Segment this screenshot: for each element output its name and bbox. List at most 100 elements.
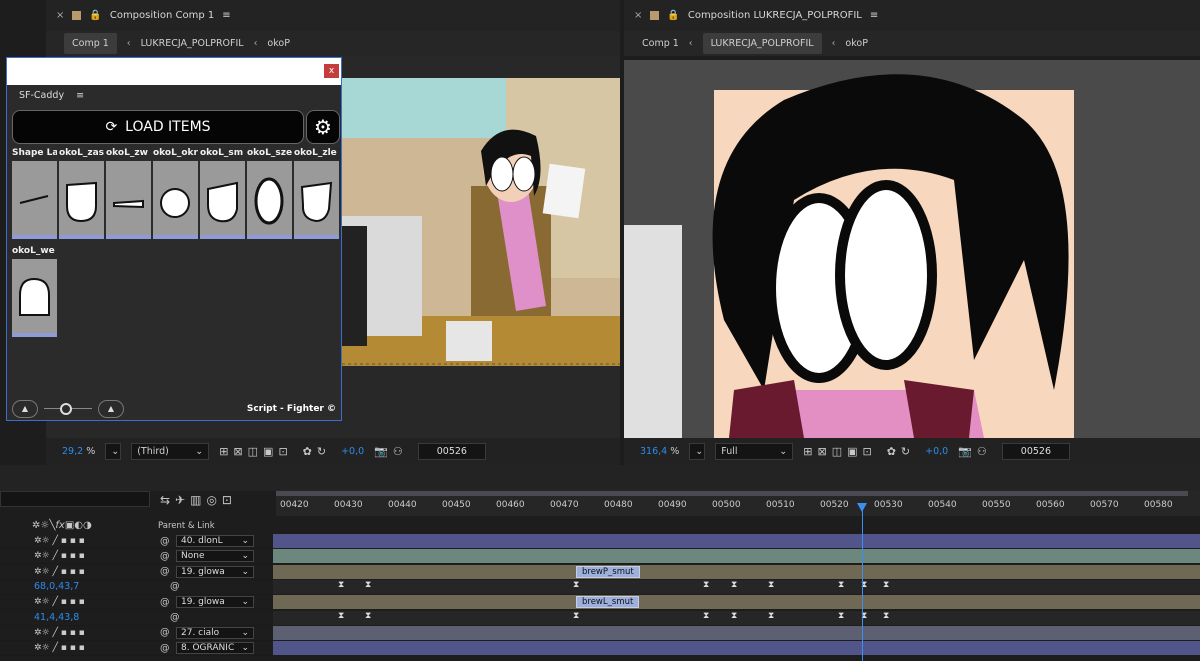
size-up-button[interactable]: ▲ xyxy=(98,400,124,418)
layer-duration-bar[interactable] xyxy=(273,595,1200,610)
layer-row[interactable]: ✲☼ ╱ ▪ ▪ ▪ @40. dlonL ⌄ xyxy=(0,534,272,549)
exposure-value[interactable]: +0,0 xyxy=(925,446,948,457)
zoom-value[interactable]: 29,2 % xyxy=(62,446,95,457)
crumb-comp1[interactable]: Comp 1 xyxy=(642,38,679,49)
layer-duration-bar[interactable] xyxy=(273,625,1200,640)
timecode-field[interactable]: 00526 xyxy=(417,443,486,460)
caddy-item[interactable]: okoL_zas xyxy=(59,148,104,239)
keyframe[interactable]: ⧗ xyxy=(838,580,844,590)
caddy-item[interactable]: okoL_we xyxy=(12,246,57,337)
layer-row[interactable]: ✲☼ ╱ ▪ ▪ ▪ @ None ⌄ xyxy=(0,549,272,565)
layer-switches[interactable]: ✲☼ ╱ ▪ ▪ ▪ xyxy=(34,597,85,607)
thumbnail-size-slider[interactable] xyxy=(44,402,92,416)
link-icon[interactable]: @ xyxy=(170,581,180,592)
resolution-dropdown[interactable]: (Third) ⌄ xyxy=(131,443,210,460)
keyframe[interactable]: ⧗ xyxy=(703,611,709,621)
keyframe[interactable]: ⧗ xyxy=(365,611,371,621)
load-items-button[interactable]: ⟳ LOAD ITEMS xyxy=(12,110,304,144)
pickwhip-icon[interactable]: @ xyxy=(160,597,170,608)
keyframe-track[interactable]: ⧗ ⧗ ⧗ ⧗ ⧗ ⧗ ⧗ ⧗ ⧗ xyxy=(273,579,1200,594)
search-field[interactable] xyxy=(0,491,150,507)
panel-menu-icon[interactable]: ≡ xyxy=(76,90,84,101)
layer-marker[interactable]: brewL_smut xyxy=(576,596,640,609)
caddy-item[interactable]: okoL_sm xyxy=(200,148,245,239)
parent-dropdown[interactable]: 40. dlonL ⌄ xyxy=(176,535,254,547)
keyframe[interactable]: ⧗ xyxy=(768,580,774,590)
keyframe[interactable]: ⧗ xyxy=(768,611,774,621)
keyframe[interactable]: ⧗ xyxy=(883,611,889,621)
keyframe[interactable]: ⧗ xyxy=(573,611,579,621)
crumb-comp1[interactable]: Comp 1 xyxy=(64,33,117,54)
lock-icon[interactable]: 🔒 xyxy=(667,10,679,21)
keyframe[interactable]: ⧗ xyxy=(338,580,344,590)
zoom-dropdown[interactable]: ⌄ xyxy=(689,443,706,460)
close-tab-icon[interactable]: × xyxy=(56,10,64,21)
pickwhip-icon[interactable]: @ xyxy=(160,536,170,547)
panel-menu-icon[interactable]: ≡ xyxy=(222,10,230,21)
timeline-tool-icons[interactable]: ⇆✈▥◎⊡ xyxy=(160,493,237,507)
view-options-icons[interactable]: ⊞⊠◫▣⊡ xyxy=(219,445,292,458)
playhead-handle[interactable] xyxy=(857,503,867,512)
property-value[interactable]: 68,0,43,7 xyxy=(0,581,79,592)
caddy-window-titlebar[interactable]: x xyxy=(7,58,341,85)
caddy-item[interactable]: okoL_zle xyxy=(294,148,339,239)
color-channel-icons[interactable]: ✿↻ xyxy=(887,445,915,458)
panel-menu-icon[interactable]: ≡ xyxy=(870,10,878,21)
color-channel-icons[interactable]: ✿↻ xyxy=(303,445,331,458)
timecode-field[interactable]: 00526 xyxy=(1001,443,1071,460)
layer-row[interactable]: ✲☼ ╱ ▪ ▪ ▪ @27. cialo ⌄ xyxy=(0,626,272,641)
layer-row[interactable]: 68,0,43,7 @ xyxy=(0,580,272,595)
parent-dropdown[interactable]: None ⌄ xyxy=(176,550,254,563)
keyframe[interactable]: ⧗ xyxy=(703,580,709,590)
parent-dropdown[interactable]: 19. glowa ⌄ xyxy=(176,565,254,578)
work-area-bar[interactable] xyxy=(276,491,1188,496)
layer-row[interactable]: 41,4,43,8 @ xyxy=(0,611,272,626)
zoom-value[interactable]: 316,4 % xyxy=(640,446,679,457)
layer-switches[interactable]: ✲☼ ╱ ▪ ▪ ▪ xyxy=(34,551,85,561)
exposure-value[interactable]: +0,0 xyxy=(341,446,364,457)
keyframe-track[interactable]: ⧗ ⧗ ⧗ ⧗ ⧗ ⧗ ⧗ ⧗ ⧗ xyxy=(273,610,1200,625)
layer-duration-bar[interactable] xyxy=(273,564,1200,579)
keyframe[interactable]: ⧗ xyxy=(573,580,579,590)
zoom-dropdown[interactable]: ⌄ xyxy=(105,443,122,460)
view-options-icons[interactable]: ⊞⊠◫▣⊡ xyxy=(803,445,876,458)
keyframe[interactable]: ⧗ xyxy=(838,611,844,621)
layer-row[interactable]: ✲☼ ╱ ▪ ▪ ▪ @19. glowa ⌄ xyxy=(0,595,272,611)
layer-duration-bar[interactable] xyxy=(273,534,1200,548)
layer-marker[interactable]: brewP_smut xyxy=(576,565,640,578)
keyframe[interactable]: ⧗ xyxy=(731,580,737,590)
layer-row[interactable]: ✲☼ ╱ ▪ ▪ ▪ @8. OGRANIC ⌄ xyxy=(0,641,272,657)
crumb-lukrecja[interactable]: LUKRECJA_POLPROFIL xyxy=(702,33,822,54)
pickwhip-icon[interactable]: @ xyxy=(160,643,170,654)
caddy-item[interactable]: okoL_okr xyxy=(153,148,198,239)
size-down-button[interactable]: ▲ xyxy=(12,400,38,418)
keyframe[interactable]: ⧗ xyxy=(731,611,737,621)
close-tab-icon[interactable]: × xyxy=(634,10,642,21)
pickwhip-icon[interactable]: @ xyxy=(160,566,170,577)
keyframe[interactable]: ⧗ xyxy=(365,580,371,590)
property-value[interactable]: 41,4,43,8 xyxy=(0,612,79,623)
pickwhip-icon[interactable]: @ xyxy=(160,627,170,638)
pickwhip-icon[interactable]: @ xyxy=(160,551,170,562)
current-time-indicator[interactable] xyxy=(862,503,863,661)
link-icon[interactable]: @ xyxy=(170,612,180,623)
parent-dropdown[interactable]: 8. OGRANIC ⌄ xyxy=(176,642,254,655)
layer-switches[interactable]: ✲☼ ╱ ▪ ▪ ▪ xyxy=(34,628,85,638)
layer-row[interactable]: ✲☼ ╱ ▪ ▪ ▪ @19. glowa ⌄ xyxy=(0,565,272,580)
resolution-dropdown[interactable]: Full ⌄ xyxy=(715,443,794,460)
right-viewer[interactable] xyxy=(624,60,1200,438)
crumb-lukrecja[interactable]: LUKRECJA_POLPROFIL xyxy=(141,38,244,49)
keyframe[interactable]: ⧗ xyxy=(883,580,889,590)
caddy-item[interactable]: okoL_sze xyxy=(247,148,292,239)
snapshot-icon[interactable]: 📷⚇ xyxy=(958,445,992,458)
caddy-item[interactable]: okoL_zw xyxy=(106,148,151,239)
crumb-okop[interactable]: okoP xyxy=(845,38,868,49)
crumb-okop[interactable]: okoP xyxy=(267,38,290,49)
caddy-item[interactable]: Shape La xyxy=(12,148,57,239)
keyframe[interactable]: ⧗ xyxy=(338,611,344,621)
snapshot-icon[interactable]: 📷⚇ xyxy=(374,445,408,458)
layer-duration-bar[interactable] xyxy=(273,549,1200,564)
settings-button[interactable]: ⚙ xyxy=(306,110,340,144)
layer-switches[interactable]: ✲☼ ╱ ▪ ▪ ▪ xyxy=(34,536,85,546)
parent-dropdown[interactable]: 27. cialo ⌄ xyxy=(176,626,254,639)
